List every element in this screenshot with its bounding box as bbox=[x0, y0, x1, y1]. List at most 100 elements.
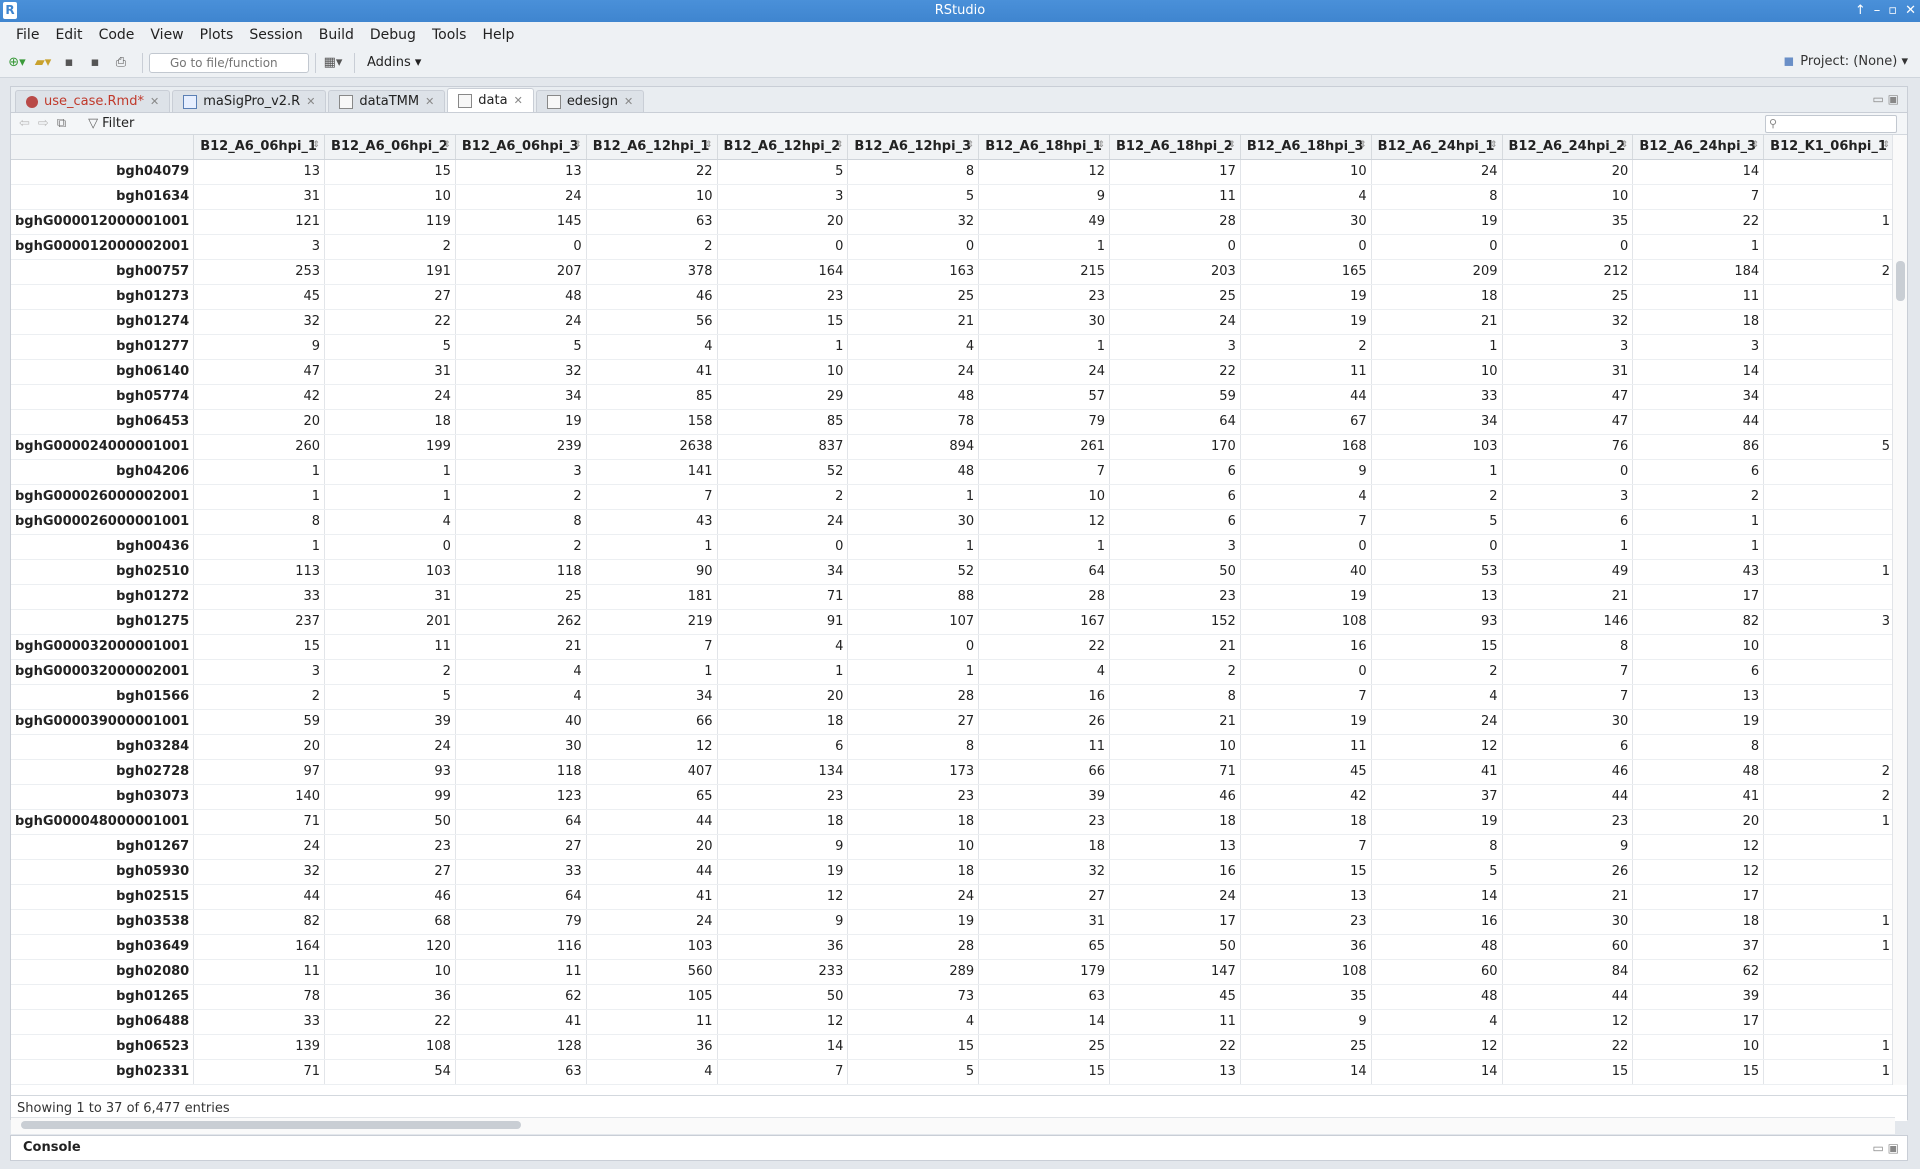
close-tab-icon[interactable]: ✕ bbox=[150, 95, 159, 108]
column-header[interactable]: B12_A6_18hpi_1 ⇕ bbox=[978, 135, 1111, 160]
table-cell: 139 bbox=[193, 1034, 326, 1060]
table-cell: 11 bbox=[1109, 184, 1241, 210]
menu-help[interactable]: Help bbox=[474, 27, 522, 43]
column-header[interactable]: B12_A6_24hpi_2 ⇕ bbox=[1502, 135, 1634, 160]
column-header[interactable]: B12_A6_06hpi_3 ⇕ bbox=[455, 135, 587, 160]
menu-plots[interactable]: Plots bbox=[192, 27, 242, 43]
tab-use-case-rmd-[interactable]: use_case.Rmd* ✕ bbox=[15, 90, 171, 112]
column-header[interactable]: B12_K1_06hpi_1 ⇕ bbox=[1763, 135, 1895, 160]
goto-file-input[interactable] bbox=[149, 52, 309, 73]
column-header[interactable]: B12_A6_12hpi_1 ⇕ bbox=[586, 135, 718, 160]
save-all-icon[interactable]: ▪ bbox=[84, 52, 106, 74]
minimize-icon[interactable]: – bbox=[1874, 0, 1881, 22]
column-header[interactable]: B12_A6_12hpi_2 ⇕ bbox=[717, 135, 849, 160]
column-header[interactable]: B12_A6_12hpi_3 ⇕ bbox=[847, 135, 980, 160]
table-row: bgh04079 13 15 13 22 5 8 12 17 10 24 20 14 bbox=[11, 159, 1895, 185]
table-cell: 7 bbox=[586, 484, 718, 510]
table-cell: 18 bbox=[1240, 809, 1372, 835]
sort-icon[interactable]: ⇕ bbox=[1882, 140, 1890, 150]
table-cell: 20 bbox=[1632, 809, 1765, 835]
menu-tools[interactable]: Tools bbox=[424, 27, 475, 43]
filter-button[interactable]: ▽ Filter bbox=[88, 116, 134, 131]
project-menu[interactable]: ◼ Project: (None) ▾ bbox=[1783, 54, 1908, 69]
menu-debug[interactable]: Debug bbox=[362, 27, 424, 43]
table-cell bbox=[1763, 884, 1895, 910]
data-search-input[interactable]: ⚲ bbox=[1765, 115, 1897, 133]
new-file-icon[interactable]: ⊕▾ bbox=[6, 52, 28, 74]
print-icon[interactable]: ⎙ bbox=[110, 52, 132, 74]
table-cell: 24 bbox=[455, 309, 587, 335]
pane-maximize-icon[interactable]: ▭ ▣ bbox=[1873, 92, 1900, 106]
menu-session[interactable]: Session bbox=[241, 27, 310, 43]
column-header[interactable]: B12_A6_06hpi_2 ⇕ bbox=[324, 135, 456, 160]
table-cell: 42 bbox=[1240, 784, 1372, 810]
table-cell: 15 bbox=[193, 634, 326, 660]
grid-layout-icon[interactable]: ▦▾ bbox=[322, 52, 344, 74]
sort-icon[interactable]: ⇕ bbox=[705, 140, 713, 150]
popout-icon[interactable]: ⧉ bbox=[57, 116, 66, 131]
table-cell: 14 bbox=[1371, 1059, 1503, 1085]
menu-file[interactable]: File bbox=[8, 27, 47, 43]
sort-icon[interactable]: ⇕ bbox=[1752, 140, 1760, 150]
sort-icon[interactable]: ⇕ bbox=[836, 140, 844, 150]
horizontal-scrollbar-thumb[interactable] bbox=[21, 1121, 521, 1129]
tab-label: dataTMM bbox=[359, 94, 420, 109]
table-cell: 31 bbox=[324, 359, 456, 385]
column-header-label: B12_A6_24hpi_1 bbox=[1377, 139, 1495, 155]
table-cell bbox=[1763, 309, 1895, 335]
column-header[interactable]: B12_A6_06hpi_1 ⇕ bbox=[193, 135, 326, 160]
tab-datatmm[interactable]: dataTMM ✕ bbox=[328, 90, 446, 112]
column-header-label: B12_A6_18hpi_2 bbox=[1116, 139, 1233, 155]
vertical-scrollbar-thumb[interactable] bbox=[1896, 261, 1905, 301]
table-cell: 30 bbox=[1502, 909, 1634, 935]
menu-view[interactable]: View bbox=[142, 27, 191, 43]
table-cell: 141 bbox=[586, 459, 718, 485]
menu-edit[interactable]: Edit bbox=[47, 27, 90, 43]
column-header-label: B12_K1_06hpi_1 bbox=[1770, 139, 1887, 155]
close-tab-icon[interactable]: ✕ bbox=[425, 95, 434, 108]
menu-build[interactable]: Build bbox=[311, 27, 362, 43]
column-header[interactable]: B12_A6_18hpi_3 ⇕ bbox=[1240, 135, 1372, 160]
table-cell: 1 bbox=[1763, 1059, 1895, 1085]
close-tab-icon[interactable]: ✕ bbox=[306, 95, 315, 108]
save-icon[interactable]: ▪ bbox=[58, 52, 80, 74]
table-cell: 41 bbox=[455, 1009, 587, 1035]
sort-icon[interactable]: ⇕ bbox=[1621, 140, 1629, 150]
column-header[interactable]: B12_A6_24hpi_1 ⇕ bbox=[1371, 135, 1503, 160]
maximize-icon[interactable]: ▫ bbox=[1888, 0, 1897, 22]
tab-data[interactable]: data ✕ bbox=[447, 88, 534, 112]
table-cell: 167 bbox=[978, 609, 1111, 635]
sort-icon[interactable]: ⇕ bbox=[967, 140, 975, 150]
sort-icon[interactable]: ⇕ bbox=[313, 140, 321, 150]
table-cell: 14 bbox=[978, 1009, 1111, 1035]
row-name-cell: bgh01634 bbox=[11, 184, 195, 210]
column-header[interactable]: B12_A6_18hpi_2 ⇕ bbox=[1109, 135, 1241, 160]
back-arrow-icon[interactable]: ⇦ bbox=[19, 116, 30, 131]
table-cell: 0 bbox=[1109, 234, 1241, 260]
keep-on-top-icon[interactable]: ↑ bbox=[1855, 0, 1866, 22]
forward-arrow-icon[interactable]: ⇨ bbox=[38, 116, 49, 131]
addins-button[interactable]: Addins ▾ bbox=[367, 55, 421, 70]
sort-icon[interactable]: ⇕ bbox=[1228, 140, 1236, 150]
table-cell: 17 bbox=[1109, 159, 1241, 185]
table-cell: 0 bbox=[717, 234, 849, 260]
console-maximize-icon[interactable]: ▭ ▣ bbox=[1873, 1136, 1900, 1160]
table-cell: 12 bbox=[978, 509, 1111, 535]
tab-edesign[interactable]: edesign ✕ bbox=[535, 90, 645, 112]
window-titlebar: R RStudio ↑ – ▫ ✕ bbox=[0, 0, 1920, 22]
sort-icon[interactable]: ⇕ bbox=[574, 140, 582, 150]
table-cell: 34 bbox=[717, 559, 849, 585]
menu-code[interactable]: Code bbox=[91, 27, 143, 43]
close-tab-icon[interactable]: ✕ bbox=[514, 94, 523, 107]
sort-icon[interactable]: ⇕ bbox=[1490, 140, 1498, 150]
column-header[interactable]: B12_A6_24hpi_3 ⇕ bbox=[1632, 135, 1765, 160]
sort-icon[interactable]: ⇕ bbox=[1359, 140, 1367, 150]
close-tab-icon[interactable]: ✕ bbox=[624, 95, 633, 108]
sort-icon[interactable]: ⇕ bbox=[1097, 140, 1105, 150]
tab-masigpro-v2-r[interactable]: maSigPro_v2.R ✕ bbox=[172, 90, 327, 112]
table-cell: 11 bbox=[1109, 1009, 1241, 1035]
sort-icon[interactable]: ⇕ bbox=[443, 140, 451, 150]
console-pane-header[interactable]: Console ▭ ▣ bbox=[10, 1135, 1908, 1161]
close-window-icon[interactable]: ✕ bbox=[1905, 0, 1916, 22]
open-file-icon[interactable]: ▰▾ bbox=[32, 52, 54, 74]
